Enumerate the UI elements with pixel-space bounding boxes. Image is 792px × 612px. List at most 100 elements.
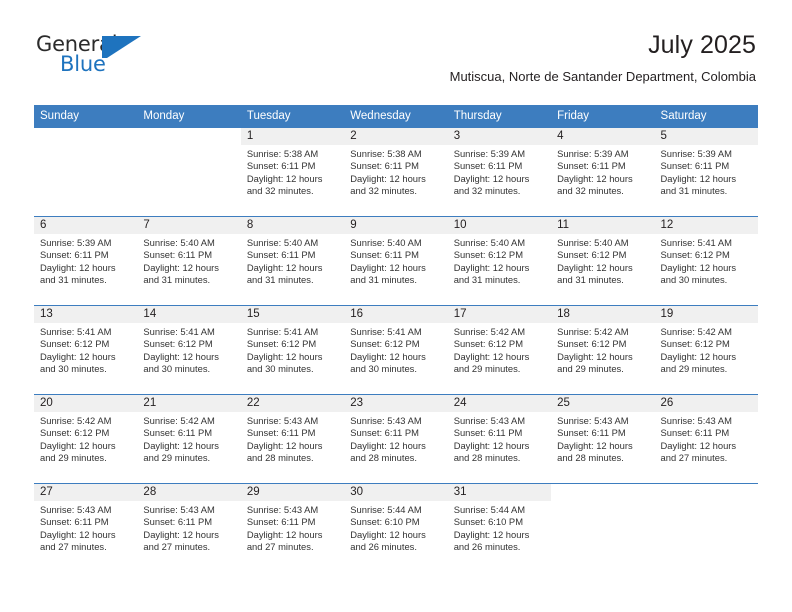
day-daylight-1-text: Daylight: 12 hours [453, 172, 530, 184]
day-cell[interactable]: Sunrise: 5:41 AM Sunset: 6:12 PM Daylight:… [240, 323, 345, 394]
day-cell[interactable]: Sunrise: 5:41 AM Sunset: 6:12 PM Daylight:… [654, 234, 758, 305]
day-cell[interactable]: Sunrise: 5:38 AM Sunset: 6:11 PM Daylight:… [240, 145, 345, 216]
day-cell[interactable]: Sunrise: 5:43 AM Sunset: 6:11 PM Daylight:… [654, 412, 758, 483]
day-number[interactable]: 10 [447, 217, 552, 234]
weekday-header-friday: Friday [551, 105, 655, 128]
day-number[interactable]: 24 [447, 395, 552, 412]
day-cell[interactable]: Sunrise: 5:41 AM Sunset: 6:12 PM Daylight:… [344, 323, 448, 394]
day-daylight-2-text: and 26 minutes. [453, 540, 521, 552]
day-sunrise-text: Sunrise: 5:42 AM [40, 415, 112, 426]
day-number[interactable]: 17 [447, 306, 552, 323]
weekday-header-monday: Monday [137, 105, 241, 128]
day-number[interactable]: 27 [34, 484, 138, 501]
day-sunset-text: Sunset: 6:11 PM [40, 249, 109, 261]
day-number[interactable]: 14 [137, 306, 241, 323]
day-number[interactable]: 1 [240, 128, 345, 145]
day-daylight-1-text: Daylight: 12 hours [143, 439, 219, 451]
day-cell[interactable]: Sunrise: 5:42 AM Sunset: 6:12 PM Daylight:… [654, 323, 758, 394]
day-number[interactable]: 22 [240, 395, 345, 412]
day-number[interactable]: 25 [551, 395, 655, 412]
day-cell[interactable]: Sunrise: 5:43 AM Sunset: 6:11 PM Daylight:… [137, 501, 241, 572]
day-number-empty [34, 128, 138, 145]
day-number[interactable]: 21 [137, 395, 241, 412]
day-cell[interactable]: Sunrise: 5:40 AM Sunset: 6:11 PM Daylight:… [137, 234, 241, 305]
day-number[interactable]: 8 [240, 217, 345, 234]
day-cell[interactable]: Sunrise: 5:42 AM Sunset: 6:11 PM Daylight:… [137, 412, 241, 483]
day-number[interactable]: 15 [240, 306, 345, 323]
day-cell[interactable]: Sunrise: 5:39 AM Sunset: 6:11 PM Daylight:… [34, 234, 138, 305]
day-number[interactable]: 13 [34, 306, 138, 323]
day-cell[interactable]: Sunrise: 5:39 AM Sunset: 6:11 PM Daylight:… [654, 145, 758, 216]
day-cell[interactable]: Sunrise: 5:41 AM Sunset: 6:12 PM Daylight:… [137, 323, 241, 394]
day-daylight-1-text: Daylight: 12 hours [350, 439, 426, 451]
day-number[interactable]: 11 [551, 217, 655, 234]
day-number[interactable]: 28 [137, 484, 241, 501]
day-number[interactable]: 4 [551, 128, 655, 145]
day-sunset-text: Sunset: 6:12 PM [660, 249, 730, 261]
day-number[interactable]: 5 [654, 128, 758, 145]
day-detail-row: Sunrise: 5:42 AM Sunset: 6:12 PM Daylight:… [34, 412, 758, 483]
day-sunrise-text: Sunrise: 5:42 AM [143, 415, 215, 426]
calendar-table: Sunday Monday Tuesday Wednesday Thursday… [34, 105, 758, 572]
day-cell[interactable]: Sunrise: 5:38 AM Sunset: 6:11 PM Daylight:… [344, 145, 448, 216]
day-daylight-1-text: Daylight: 12 hours [40, 350, 116, 362]
day-number[interactable]: 9 [344, 217, 448, 234]
day-number[interactable]: 2 [344, 128, 448, 145]
day-cell-empty [137, 145, 241, 216]
day-number[interactable]: 30 [344, 484, 448, 501]
day-number[interactable]: 31 [447, 484, 552, 501]
day-cell[interactable]: Sunrise: 5:40 AM Sunset: 6:12 PM Daylight:… [551, 234, 655, 305]
day-number-empty [654, 484, 758, 501]
day-cell[interactable]: Sunrise: 5:40 AM Sunset: 6:11 PM Daylight:… [344, 234, 448, 305]
day-sunrise-text: Sunrise: 5:39 AM [453, 148, 526, 159]
day-number[interactable]: 19 [654, 306, 758, 323]
day-number[interactable]: 29 [240, 484, 345, 501]
day-number[interactable]: 7 [137, 217, 241, 234]
day-number-empty [137, 128, 241, 145]
day-number[interactable]: 20 [34, 395, 138, 412]
day-cell[interactable]: Sunrise: 5:39 AM Sunset: 6:11 PM Daylight:… [551, 145, 655, 216]
day-cell[interactable]: Sunrise: 5:42 AM Sunset: 6:12 PM Daylight:… [447, 323, 552, 394]
day-sunset-text: Sunset: 6:12 PM [143, 338, 213, 350]
day-cell[interactable]: Sunrise: 5:44 AM Sunset: 6:10 PM Daylight:… [344, 501, 448, 572]
day-cell[interactable]: Sunrise: 5:43 AM Sunset: 6:11 PM Daylight:… [551, 412, 655, 483]
day-number[interactable]: 3 [447, 128, 552, 145]
day-cell[interactable]: Sunrise: 5:41 AM Sunset: 6:12 PM Daylight:… [34, 323, 138, 394]
day-cell-empty [551, 501, 655, 572]
day-sunset-text: Sunset: 6:11 PM [246, 249, 316, 261]
day-sunset-text: Sunset: 6:12 PM [557, 249, 627, 261]
day-daylight-1-text: Daylight: 12 hours [453, 261, 530, 273]
day-number[interactable]: 23 [344, 395, 448, 412]
day-cell[interactable]: Sunrise: 5:43 AM Sunset: 6:11 PM Daylight:… [240, 501, 345, 572]
day-daylight-1-text: Daylight: 12 hours [40, 439, 116, 451]
day-number[interactable]: 18 [551, 306, 655, 323]
day-cell[interactable]: Sunrise: 5:43 AM Sunset: 6:11 PM Daylight:… [34, 501, 138, 572]
day-cell[interactable]: Sunrise: 5:40 AM Sunset: 6:12 PM Daylight:… [447, 234, 552, 305]
day-cell[interactable]: Sunrise: 5:43 AM Sunset: 6:11 PM Daylight:… [447, 412, 552, 483]
day-sunset-text: Sunset: 6:10 PM [350, 516, 420, 528]
day-cell[interactable]: Sunrise: 5:43 AM Sunset: 6:11 PM Daylight:… [344, 412, 448, 483]
general-blue-logo[interactable]: General Blue [36, 32, 166, 78]
day-daylight-1-text: Daylight: 12 hours [40, 261, 116, 273]
day-number[interactable]: 26 [654, 395, 758, 412]
day-sunset-text: Sunset: 6:11 PM [246, 427, 316, 439]
day-cell[interactable]: Sunrise: 5:44 AM Sunset: 6:10 PM Daylight:… [447, 501, 552, 572]
day-daylight-2-text: and 32 minutes. [246, 184, 314, 196]
day-cell[interactable]: Sunrise: 5:42 AM Sunset: 6:12 PM Daylight:… [34, 412, 138, 483]
day-detail-row: Sunrise: 5:39 AM Sunset: 6:11 PM Daylight:… [34, 234, 758, 305]
day-daylight-2-text: and 32 minutes. [557, 184, 624, 196]
day-cell[interactable]: Sunrise: 5:42 AM Sunset: 6:12 PM Daylight:… [551, 323, 655, 394]
day-daylight-2-text: and 31 minutes. [660, 184, 728, 196]
day-sunset-text: Sunset: 6:11 PM [350, 160, 419, 172]
day-number[interactable]: 16 [344, 306, 448, 323]
day-daylight-2-text: and 27 minutes. [246, 540, 314, 552]
day-sunrise-text: Sunrise: 5:40 AM [350, 237, 422, 248]
day-cell[interactable]: Sunrise: 5:43 AM Sunset: 6:11 PM Daylight:… [240, 412, 345, 483]
day-cell[interactable]: Sunrise: 5:39 AM Sunset: 6:11 PM Daylight:… [447, 145, 552, 216]
day-number[interactable]: 6 [34, 217, 138, 234]
day-daylight-2-text: and 31 minutes. [246, 273, 314, 285]
day-daylight-2-text: and 31 minutes. [453, 273, 521, 285]
day-daylight-1-text: Daylight: 12 hours [246, 172, 323, 184]
day-number[interactable]: 12 [654, 217, 758, 234]
day-cell[interactable]: Sunrise: 5:40 AM Sunset: 6:11 PM Daylight:… [240, 234, 345, 305]
